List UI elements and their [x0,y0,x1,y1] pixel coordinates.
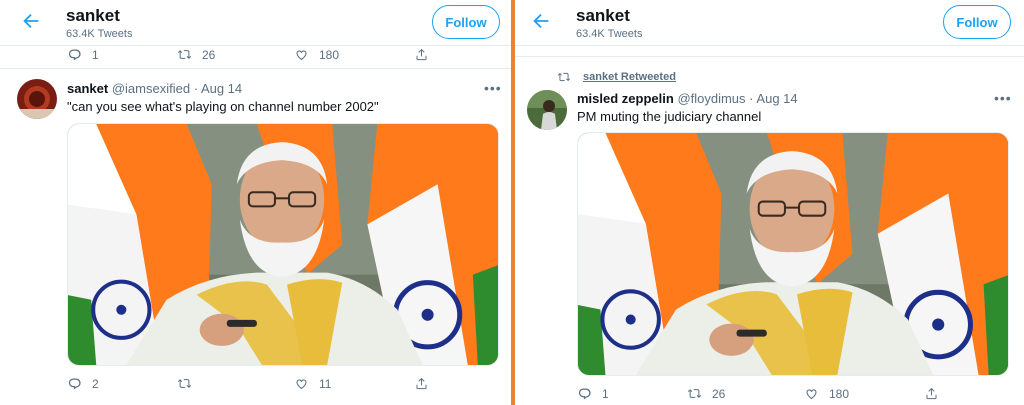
retweet-button[interactable]: 26 [687,386,804,401]
profile-header: sanket 63.4K Tweets Follow [0,0,511,46]
retweet-button[interactable]: 26 [177,47,294,62]
tweet-header: sanket @iamsexified · Aug 14 [67,81,242,96]
retweet-count: 26 [202,47,216,62]
tweet-date[interactable]: Aug 14 [201,81,242,96]
tweet-image[interactable] [577,132,1009,376]
share-icon [924,386,939,401]
reply-icon [67,47,82,62]
dot-separator: · [749,91,754,106]
author-name[interactable]: misled zeppelin [577,91,674,106]
tweet-date[interactable]: Aug 14 [756,91,797,106]
like-button[interactable]: 180 [294,47,414,62]
reply-button[interactable]: 2 [67,376,177,391]
retweet-icon [687,386,702,401]
back-arrow-icon[interactable] [530,10,552,32]
tweet-header: misled zeppelin @floydimus · Aug 14 [577,91,798,106]
tweet-actions: 1 26 180 [577,386,939,401]
avatar[interactable] [17,79,57,119]
reply-icon [577,386,592,401]
share-button[interactable] [414,47,429,62]
profile-name: sanket [66,6,120,25]
author-name[interactable]: sanket [67,81,108,96]
avatar[interactable] [527,90,567,130]
reply-button[interactable]: 1 [67,47,177,62]
like-count: 11 [319,376,332,391]
profile-name: sanket [576,6,630,25]
back-arrow-icon[interactable] [20,10,42,32]
like-count: 180 [319,47,340,62]
share-icon [414,47,429,62]
like-button[interactable]: 11 [294,376,414,391]
retweet-icon [177,47,192,62]
retweet-button[interactable] [177,376,294,391]
tweet-actions: 2 11 [67,376,429,391]
like-count: 180 [829,386,850,401]
like-button[interactable]: 180 [804,386,924,401]
divider [0,68,511,69]
follow-button[interactable]: Follow [432,5,500,39]
tweet-count: 63.4K Tweets [66,28,133,40]
retweet-icon [177,376,192,391]
share-button[interactable] [414,376,429,391]
tweet-image[interactable] [67,123,499,366]
left-panel: sanket 63.4K Tweets Follow 1 26 180 sank… [0,0,511,405]
reply-button[interactable]: 1 [577,386,687,401]
more-icon[interactable]: ••• [484,80,502,96]
like-icon [804,386,819,401]
author-handle[interactable]: @iamsexified [112,81,190,96]
follow-button[interactable]: Follow [943,5,1011,39]
share-button[interactable] [924,386,939,401]
like-icon [294,47,309,62]
like-icon [294,376,309,391]
previous-tweet-actions: 1 26 180 [67,47,429,62]
divider [515,56,1024,57]
retweet-icon [557,70,571,84]
tweet-count: 63.4K Tweets [576,28,643,40]
more-icon[interactable]: ••• [994,90,1012,106]
retweeted-by[interactable]: sanket Retweeted [557,70,676,84]
retweet-count: 26 [712,386,726,401]
tweet-text: "can you see what's playing on channel n… [67,99,379,114]
reply-count: 2 [92,376,99,391]
reply-count: 1 [92,47,99,62]
tweet-text: PM muting the judiciary channel [577,109,762,124]
profile-header: sanket 63.4K Tweets Follow [515,0,1024,46]
reply-count: 1 [602,386,609,401]
retweeted-by-label[interactable]: sanket Retweeted [583,71,676,83]
dot-separator: · [193,81,199,96]
reply-icon [67,376,82,391]
share-icon [414,376,429,391]
author-handle[interactable]: @floydimus [677,91,745,106]
